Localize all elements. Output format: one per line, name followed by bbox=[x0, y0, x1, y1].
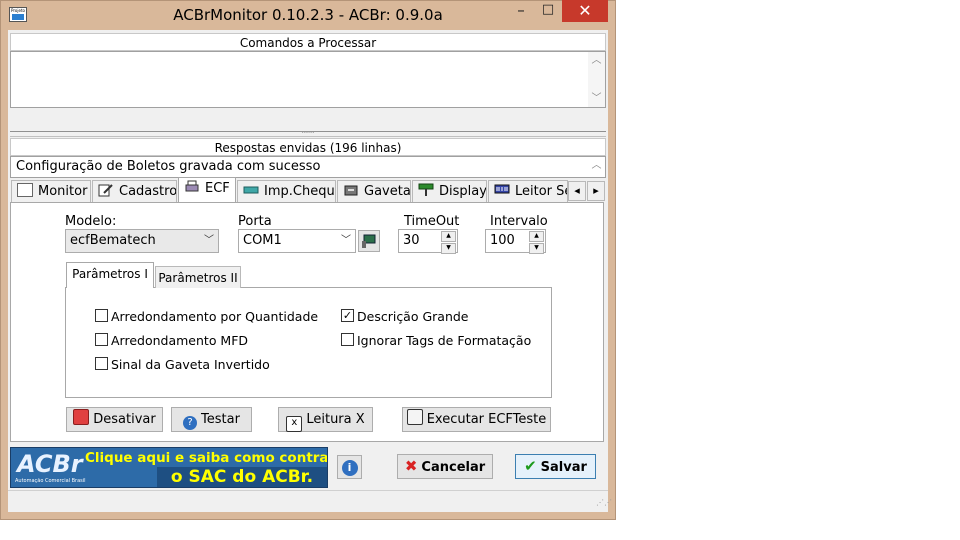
tab-leitor-serial[interactable]: Leitor Se bbox=[488, 180, 568, 202]
report-x-icon: x bbox=[286, 416, 303, 432]
intervalo-label: Intervalo bbox=[490, 214, 548, 229]
edit-icon bbox=[98, 183, 114, 197]
tab-parametros-i[interactable]: Parâmetros I bbox=[66, 262, 154, 288]
executar-label: Executar ECFTeste bbox=[426, 412, 547, 427]
display-icon bbox=[418, 183, 434, 197]
splitter[interactable]: ······· bbox=[10, 131, 606, 137]
tab-imp-cheque[interactable]: Imp.Cheque bbox=[237, 180, 336, 202]
tab-display[interactable]: Display bbox=[412, 180, 487, 202]
testar-label: Testar bbox=[201, 412, 240, 427]
leitura-x-label: Leitura X bbox=[306, 412, 365, 427]
barcode-icon bbox=[494, 183, 510, 197]
responses-memo[interactable]: Configuração de Boletos gravada com suce… bbox=[10, 156, 606, 178]
descricao-grande-label: Descrição Grande bbox=[357, 309, 469, 324]
cancelar-button[interactable]: ✖ Cancelar bbox=[397, 454, 493, 479]
tab-label: ECF bbox=[205, 181, 230, 196]
spin-up-icon[interactable]: ▲ bbox=[529, 231, 544, 242]
tab-ecf[interactable]: ECF bbox=[178, 177, 236, 203]
tab-label: Monitor bbox=[38, 184, 88, 199]
ignorar-tags-label: Ignorar Tags de Formatação bbox=[357, 333, 532, 348]
modelo-label: Modelo: bbox=[65, 214, 117, 229]
scroll-up-icon[interactable]: ︿ bbox=[588, 157, 605, 174]
desativar-button[interactable]: Desativar bbox=[66, 407, 163, 432]
sac-banner[interactable]: ACBr Automação Comercial Brasil Clique a… bbox=[10, 447, 328, 488]
spin-up-icon[interactable]: ▲ bbox=[441, 231, 456, 242]
tab-cadastro[interactable]: Cadastro bbox=[92, 180, 177, 202]
porta-value: COM1 bbox=[243, 233, 282, 248]
salvar-button[interactable]: ✔ Salvar bbox=[515, 454, 596, 479]
response-line: Configuração de Boletos gravada com suce… bbox=[16, 159, 321, 174]
tab-parametros-ii[interactable]: Parâmetros II bbox=[155, 266, 241, 288]
arredondamento-mfd-label: Arredondamento MFD bbox=[111, 333, 249, 348]
banner-line2: o SAC do ACBr. bbox=[157, 467, 327, 487]
salvar-label: Salvar bbox=[540, 460, 587, 475]
spin-down-icon[interactable]: ▼ bbox=[529, 243, 544, 254]
ignorar-tags-checkbox[interactable] bbox=[341, 333, 354, 346]
modelo-value: ecfBematech bbox=[70, 233, 156, 248]
serial-port-icon bbox=[362, 234, 376, 248]
checkmark-icon: ✓ bbox=[342, 309, 353, 322]
tab-label: Leitor Se bbox=[515, 184, 568, 199]
banner-tagline: Automação Comercial Brasil bbox=[15, 478, 86, 484]
scroll-up-icon[interactable]: ︿ bbox=[588, 52, 605, 69]
arredondamento-mfd-checkbox[interactable] bbox=[95, 333, 108, 346]
commands-header: Comandos a Processar bbox=[10, 33, 606, 51]
tab-gaveta[interactable]: Gaveta bbox=[337, 180, 411, 202]
intervalo-spinner[interactable]: 100 ▲ ▼ bbox=[485, 229, 546, 254]
chevron-down-icon: ﹀ bbox=[204, 235, 214, 246]
modelo-select[interactable]: ecfBematech ﹀ bbox=[65, 229, 219, 253]
arredondamento-quantidade-checkbox[interactable] bbox=[95, 309, 108, 322]
tab-label: Gaveta bbox=[364, 184, 411, 199]
sinal-gaveta-checkbox[interactable] bbox=[95, 357, 108, 370]
intervalo-value: 100 bbox=[490, 233, 515, 248]
arredondamento-quantidade-label: Arredondamento por Quantidade bbox=[111, 309, 319, 324]
info-icon: i bbox=[341, 460, 358, 476]
commands-scrollbar[interactable]: ︿ ﹀ bbox=[588, 52, 605, 107]
status-bar: ⋰⋰ bbox=[8, 490, 612, 512]
resize-grip-icon[interactable]: ⋰⋰ bbox=[596, 499, 612, 510]
tab-label: Display bbox=[439, 184, 487, 199]
check-icon: ✔ bbox=[524, 457, 537, 475]
sinal-gaveta-label: Sinal da Gaveta Invertido bbox=[111, 357, 270, 372]
responses-header: Respostas envidas (196 linhas) bbox=[10, 138, 606, 156]
timeout-spinner[interactable]: 30 ▲ ▼ bbox=[398, 229, 458, 254]
timeout-label: TimeOut bbox=[404, 214, 460, 229]
testar-button[interactable]: ? Testar bbox=[171, 407, 252, 432]
help-icon: ? bbox=[183, 416, 198, 430]
porta-label: Porta bbox=[238, 214, 272, 229]
spin-down-icon[interactable]: ▼ bbox=[441, 243, 456, 254]
info-button[interactable]: i bbox=[337, 455, 362, 479]
executar-ecfteste-button[interactable]: Executar ECFTeste bbox=[402, 407, 551, 432]
commands-memo[interactable]: ︿ ﹀ bbox=[10, 51, 606, 108]
tab-monitor[interactable]: Monitor bbox=[11, 180, 91, 202]
drawer-icon bbox=[343, 183, 359, 197]
banner-line1: Clique aqui e saiba como contratar bbox=[85, 450, 328, 466]
minimize-button[interactable]: – bbox=[508, 0, 534, 22]
porta-select[interactable]: COM1 ﹀ bbox=[238, 229, 356, 253]
desativar-label: Desativar bbox=[93, 412, 156, 427]
leitura-x-button[interactable]: x Leitura X bbox=[278, 407, 373, 432]
descricao-grande-checkbox[interactable]: ✓ bbox=[341, 309, 354, 322]
timeout-value: 30 bbox=[403, 233, 420, 248]
printer-icon bbox=[406, 409, 423, 425]
close-button[interactable]: ✕ bbox=[562, 0, 608, 22]
porta-config-button[interactable] bbox=[358, 230, 380, 252]
scroll-down-icon[interactable]: ﹀ bbox=[588, 90, 605, 107]
printer-icon bbox=[184, 180, 200, 194]
cheque-icon bbox=[243, 183, 259, 197]
title-bar[interactable]: Projeto ACBrMonitor 0.10.2.3 - ACBr: 0.9… bbox=[0, 0, 616, 30]
maximize-button[interactable]: □ bbox=[535, 0, 561, 22]
tab-scroll-right-icon[interactable]: ▸ bbox=[587, 181, 605, 201]
tab-label: Cadastro bbox=[119, 184, 177, 199]
cancelar-label: Cancelar bbox=[421, 460, 486, 475]
tab-scroll-left-icon[interactable]: ◂ bbox=[568, 181, 586, 201]
power-icon bbox=[73, 409, 90, 425]
x-icon: ✖ bbox=[404, 457, 418, 475]
tab-label: Imp.Cheque bbox=[264, 184, 336, 199]
chevron-down-icon: ﹀ bbox=[341, 235, 351, 246]
projeto-icon bbox=[17, 183, 33, 197]
